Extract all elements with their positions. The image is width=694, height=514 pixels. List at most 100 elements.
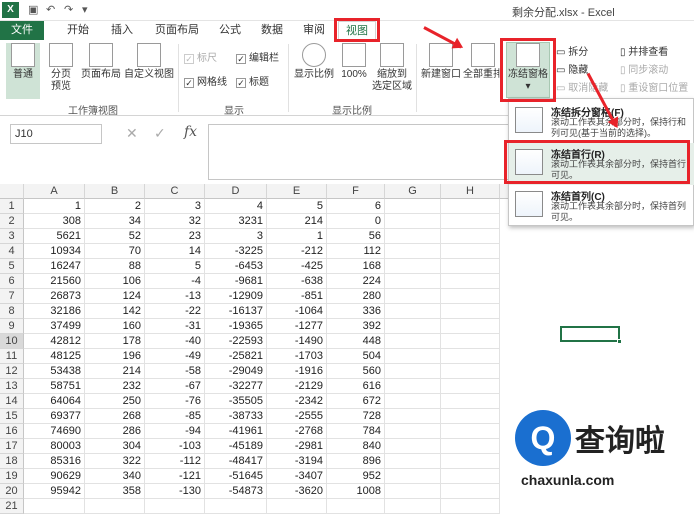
- row-header[interactable]: 20: [0, 484, 24, 499]
- row-header[interactable]: 9: [0, 319, 24, 334]
- row-header[interactable]: 3: [0, 229, 24, 244]
- cell[interactable]: [327, 499, 385, 514]
- cell[interactable]: 168: [327, 259, 385, 274]
- cell[interactable]: 392: [327, 319, 385, 334]
- cell[interactable]: [441, 274, 500, 289]
- tab-formulas[interactable]: 公式: [212, 21, 248, 40]
- cell[interactable]: 232: [85, 379, 145, 394]
- menu-freeze-panes[interactable]: 冻结拆分窗格(F) 滚动工作表其余部分时，保持行和列可见(基于当前的选择)。: [509, 101, 694, 143]
- cell[interactable]: -48417: [205, 454, 267, 469]
- tab-home[interactable]: 开始: [58, 21, 98, 40]
- ruler-checkbox[interactable]: ✓ 标尺: [184, 52, 217, 66]
- cell[interactable]: -3194: [267, 454, 327, 469]
- cell[interactable]: -638: [267, 274, 327, 289]
- cell[interactable]: 214: [85, 364, 145, 379]
- row-header[interactable]: 13: [0, 379, 24, 394]
- cell[interactable]: 56: [327, 229, 385, 244]
- cell[interactable]: [145, 499, 205, 514]
- cell[interactable]: -32277: [205, 379, 267, 394]
- cell[interactable]: [441, 214, 500, 229]
- cell[interactable]: [441, 319, 500, 334]
- cell[interactable]: -38733: [205, 409, 267, 424]
- column-header-d[interactable]: D: [205, 184, 267, 199]
- reset-window-position-button[interactable]: ▯ 重设窗口位置: [620, 82, 688, 96]
- cell[interactable]: 196: [85, 349, 145, 364]
- cell[interactable]: -1703: [267, 349, 327, 364]
- cell[interactable]: 728: [327, 409, 385, 424]
- active-cell-j10[interactable]: [560, 326, 622, 344]
- cell[interactable]: [441, 394, 500, 409]
- cell[interactable]: [385, 379, 441, 394]
- cell[interactable]: 1: [267, 229, 327, 244]
- cell[interactable]: [385, 394, 441, 409]
- cell[interactable]: 34: [85, 214, 145, 229]
- cell[interactable]: -3225: [205, 244, 267, 259]
- cell[interactable]: -40: [145, 334, 205, 349]
- cell[interactable]: 2: [85, 199, 145, 214]
- cell[interactable]: [385, 259, 441, 274]
- cell[interactable]: [441, 349, 500, 364]
- cell[interactable]: [441, 469, 500, 484]
- cell[interactable]: [441, 379, 500, 394]
- cell[interactable]: 106: [85, 274, 145, 289]
- row-header[interactable]: 16: [0, 424, 24, 439]
- cell[interactable]: -22: [145, 304, 205, 319]
- cell[interactable]: [441, 424, 500, 439]
- fill-handle[interactable]: [617, 339, 622, 344]
- row-header[interactable]: 1: [0, 199, 24, 214]
- cell[interactable]: 250: [85, 394, 145, 409]
- cell[interactable]: 952: [327, 469, 385, 484]
- cell[interactable]: -54873: [205, 484, 267, 499]
- cell[interactable]: [385, 289, 441, 304]
- cell[interactable]: 14: [145, 244, 205, 259]
- cell[interactable]: -3407: [267, 469, 327, 484]
- arrange-all-button[interactable]: 全部重排: [462, 43, 504, 81]
- cell[interactable]: 784: [327, 424, 385, 439]
- cell[interactable]: -13: [145, 289, 205, 304]
- row-header[interactable]: 18: [0, 454, 24, 469]
- cell[interactable]: 4: [205, 199, 267, 214]
- tab-data[interactable]: 数据: [254, 21, 290, 40]
- cell[interactable]: -1490: [267, 334, 327, 349]
- cell[interactable]: 64064: [24, 394, 85, 409]
- cell[interactable]: 268: [85, 409, 145, 424]
- cell[interactable]: 160: [85, 319, 145, 334]
- insert-function-icon[interactable]: fx: [184, 124, 197, 140]
- cell[interactable]: 69377: [24, 409, 85, 424]
- sync-scrolling-button[interactable]: ▯ 同步滚动: [620, 64, 668, 78]
- cell[interactable]: 672: [327, 394, 385, 409]
- cell[interactable]: [385, 469, 441, 484]
- cell[interactable]: 840: [327, 439, 385, 454]
- cell[interactable]: [441, 244, 500, 259]
- customize-qat-icon[interactable]: ▾: [82, 3, 88, 16]
- name-box[interactable]: J10: [10, 124, 102, 144]
- cell[interactable]: 70: [85, 244, 145, 259]
- cell[interactable]: 5621: [24, 229, 85, 244]
- cell[interactable]: 3: [145, 199, 205, 214]
- cell[interactable]: [441, 289, 500, 304]
- cell[interactable]: [85, 499, 145, 514]
- cell[interactable]: 37499: [24, 319, 85, 334]
- cell[interactable]: -25821: [205, 349, 267, 364]
- cell[interactable]: [385, 229, 441, 244]
- column-header-a[interactable]: A: [24, 184, 85, 199]
- select-all-corner[interactable]: [0, 184, 24, 199]
- row-header[interactable]: 7: [0, 289, 24, 304]
- cell[interactable]: [385, 304, 441, 319]
- cell[interactable]: 1: [24, 199, 85, 214]
- cell[interactable]: -19365: [205, 319, 267, 334]
- cell[interactable]: 340: [85, 469, 145, 484]
- cell[interactable]: 142: [85, 304, 145, 319]
- cell[interactable]: 6: [327, 199, 385, 214]
- cell[interactable]: -41961: [205, 424, 267, 439]
- cell[interactable]: 85316: [24, 454, 85, 469]
- cell[interactable]: 616: [327, 379, 385, 394]
- cell[interactable]: [385, 214, 441, 229]
- cell[interactable]: [385, 334, 441, 349]
- cell[interactable]: 896: [327, 454, 385, 469]
- tab-insert[interactable]: 插入: [104, 21, 140, 40]
- cell[interactable]: -2981: [267, 439, 327, 454]
- cell[interactable]: [267, 499, 327, 514]
- cell[interactable]: 32: [145, 214, 205, 229]
- cell[interactable]: 74690: [24, 424, 85, 439]
